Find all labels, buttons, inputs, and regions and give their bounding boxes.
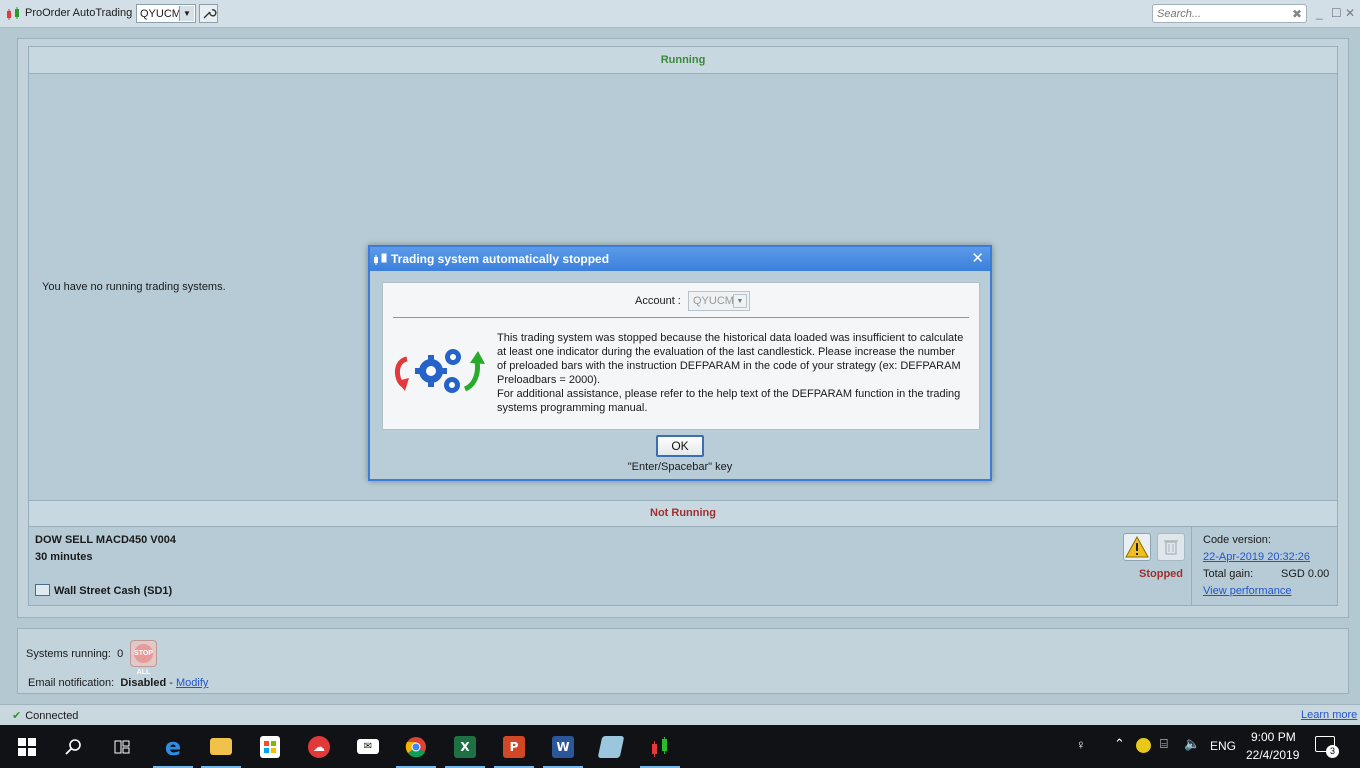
chevron-down-icon: ▼	[179, 6, 194, 21]
notification-count-badge: 3	[1326, 745, 1339, 758]
dialog-titlebar: Trading system automatically stopped ✕	[370, 247, 990, 271]
chrome-icon[interactable]	[392, 725, 440, 768]
tray-app-icon[interactable]	[1136, 738, 1151, 753]
dialog-account-value: QYUCM	[693, 295, 734, 307]
dialog-logo-icon	[374, 253, 387, 265]
connection-status: ✔ Connected	[12, 709, 78, 722]
clock-date[interactable]: 22/4/2019	[1246, 748, 1299, 762]
dialog-key-hint: "Enter/Spacebar" key	[627, 461, 733, 473]
code-version-link[interactable]: 22-Apr-2019 20:32:26	[1203, 551, 1310, 563]
app-logo-icon	[7, 7, 19, 20]
trash-icon	[1164, 540, 1178, 555]
dialog-message: This trading system was stopped because …	[497, 332, 964, 414]
maximize-icon[interactable]: ☐	[1331, 6, 1342, 20]
search-icon[interactable]	[50, 725, 98, 768]
delete-system-button[interactable]	[1157, 533, 1185, 561]
email-notification-status: Disabled	[120, 677, 167, 689]
check-icon: ✔	[12, 710, 22, 722]
total-gain-label: Total gain:	[1203, 568, 1254, 580]
edge-icon[interactable]: e	[149, 725, 197, 768]
account-select-value: QYUCM	[140, 8, 181, 20]
dialog-account-label: Account :	[635, 295, 681, 307]
app-titlebar: ProOrder AutoTrading QYUCM ▼ ✖ _ ☐ ✕	[0, 0, 1360, 28]
app-title: ProOrder AutoTrading	[25, 7, 133, 19]
status-bar: ✔ Connected Learn more	[0, 704, 1360, 725]
excel-icon[interactable]: X	[441, 725, 489, 768]
task-view-icon[interactable]	[98, 725, 146, 768]
dialog-content: Account : QYUCM ▼ This trading system wa…	[382, 282, 980, 430]
view-performance-link[interactable]: View performance	[1203, 585, 1291, 597]
close-icon[interactable]: ✕	[1345, 6, 1355, 20]
system-name[interactable]: DOW SELL MACD450 V004	[35, 534, 176, 546]
warning-icon	[1125, 535, 1149, 558]
learn-more-link[interactable]: Learn more	[1301, 709, 1357, 721]
gears-icon	[395, 349, 485, 393]
email-notification-row: Email notification: Disabled - Modify	[28, 677, 208, 689]
file-explorer-icon[interactable]	[197, 725, 245, 768]
instrument-name: Wall Street Cash (SD1)	[54, 585, 173, 597]
clear-search-icon[interactable]: ✖	[1292, 7, 1302, 21]
code-version-label: Code version:	[1203, 534, 1271, 546]
chevron-up-icon[interactable]: ⌃	[1114, 736, 1125, 752]
dialog-separator	[393, 317, 969, 318]
not-running-header: Not Running	[29, 501, 1337, 527]
stop-all-button[interactable]: STOP ALL	[130, 640, 157, 676]
settings-wrench-button[interactable]	[199, 4, 218, 23]
people-icon[interactable]: ♀	[1076, 737, 1086, 752]
no-running-systems-text: You have no running trading systems.	[42, 281, 226, 293]
running-header: Running	[29, 47, 1337, 74]
wrench-icon	[203, 9, 217, 19]
dialog-title: Trading system automatically stopped	[391, 252, 610, 266]
language-indicator[interactable]: ENG	[1210, 739, 1236, 753]
search-box[interactable]: ✖	[1152, 4, 1307, 23]
ok-button[interactable]: OK	[656, 435, 704, 457]
powerpoint-icon[interactable]: P	[490, 725, 538, 768]
stop-all-label: STOP ALL	[134, 644, 153, 676]
stopped-dialog: Trading system automatically stopped ✕ A…	[368, 245, 992, 481]
systems-running-text: Systems running:	[26, 648, 111, 660]
instrument-row[interactable]: Wall Street Cash (SD1)	[35, 584, 172, 597]
mail-icon[interactable]: ✉	[344, 725, 392, 768]
cloud-app-icon[interactable]: ☁	[295, 725, 343, 768]
email-notification-label: Email notification:	[28, 677, 115, 689]
email-separator: -	[169, 677, 173, 689]
status-badge: Stopped	[1139, 568, 1183, 580]
clock-time[interactable]: 9:00 PM	[1251, 730, 1296, 744]
store-icon[interactable]	[246, 725, 294, 768]
chevron-down-icon: ▼	[733, 294, 747, 308]
network-icon[interactable]: ⌸	[1160, 736, 1168, 752]
word-icon[interactable]: W	[539, 725, 587, 768]
systems-running-count: 0	[117, 648, 124, 660]
volume-muted-icon[interactable]: 🔈	[1184, 736, 1200, 752]
windows-taskbar: e ☁ ✉ X P W ♀ ⌃ ⌸ 🔈 ENG 9:00 PM 22/4/201…	[0, 725, 1360, 768]
total-gain-value: SGD 0.00	[1281, 568, 1330, 580]
divider	[1191, 527, 1192, 606]
dialog-close-icon[interactable]: ✕	[971, 249, 984, 267]
dialog-account-select: QYUCM ▼	[688, 291, 750, 311]
systems-running-label: Systems running: 0	[26, 648, 123, 660]
system-timeframe: 30 minutes	[35, 551, 93, 563]
notes-icon[interactable]	[587, 725, 635, 768]
connection-status-text: Connected	[25, 710, 79, 722]
bottom-panel: Systems running: 0 STOP ALL Email notifi…	[17, 628, 1349, 694]
prorealtime-icon[interactable]	[636, 725, 684, 768]
email-modify-link[interactable]: Modify	[176, 677, 208, 689]
account-select[interactable]: QYUCM ▼	[136, 4, 196, 23]
warning-button[interactable]	[1123, 533, 1151, 561]
not-running-panel: Not Running DOW SELL MACD450 V004 30 min…	[28, 500, 1338, 606]
search-input[interactable]	[1153, 5, 1283, 22]
start-icon[interactable]	[3, 725, 51, 768]
minimize-icon[interactable]: _	[1316, 6, 1323, 20]
chart-window-icon	[35, 584, 50, 596]
